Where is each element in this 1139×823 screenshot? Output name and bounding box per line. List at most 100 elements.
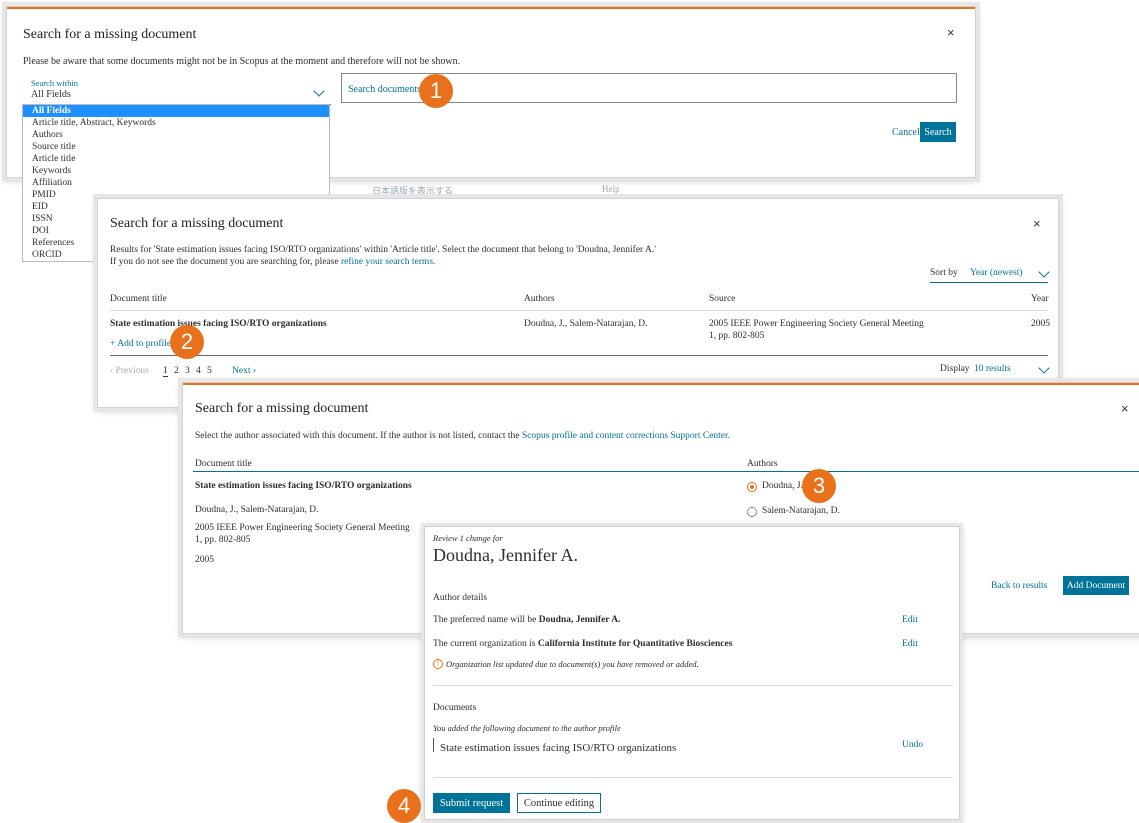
author-details-heading: Author details: [433, 593, 488, 603]
review-author-name: Doudna, Jennifer A.: [433, 545, 578, 565]
column-header-authors: Authors: [747, 459, 778, 469]
organization-text: The current organization is California I…: [433, 639, 732, 649]
preferred-name-value: Doudna, Jennifer A.: [538, 615, 621, 625]
preferred-prefix: The preferred name will be: [433, 615, 537, 625]
edit-name-link[interactable]: Edit: [902, 615, 918, 625]
doc-title: State estimation issues facing ISO/RTO o…: [195, 481, 412, 491]
add-document-button[interactable]: Add Document: [1063, 576, 1129, 595]
help-link[interactable]: Help: [602, 184, 620, 194]
results-description: Results for 'State estimation issues fac…: [110, 245, 656, 255]
step-badge-4: 4: [387, 789, 421, 823]
sort-select[interactable]: Sort by Year (newest): [930, 266, 1050, 283]
accent-line: [183, 383, 1139, 385]
info-icon: !: [433, 659, 443, 669]
next-page-button[interactable]: Next ›: [232, 366, 256, 376]
support-center-link[interactable]: Scopus profile and content corrections S…: [522, 431, 730, 441]
author-option-label: Salem-Natarajan, D.: [762, 506, 840, 516]
continue-editing-button[interactable]: Continue editing: [517, 793, 601, 813]
previous-page-button[interactable]: ‹ Previous: [110, 366, 149, 376]
not-found-text: If you do not see the document you are s…: [110, 257, 435, 267]
section-divider: [433, 777, 953, 778]
section-divider: [433, 685, 953, 686]
dropdown-option-source-title[interactable]: Source title: [23, 141, 329, 153]
search-within-value: All Fields: [31, 89, 71, 100]
step-badge-1: 1: [419, 74, 453, 108]
doc-source-pages: 1, pp. 802-805: [195, 535, 251, 545]
result-title[interactable]: State estimation issues facing ISO/RTO o…: [110, 319, 327, 329]
radio-unselected-icon: [747, 507, 757, 517]
step-badge-3: 3: [802, 469, 836, 503]
accent-line: [7, 7, 975, 9]
search-button[interactable]: Search: [920, 122, 956, 142]
page-3-button[interactable]: 3: [185, 366, 190, 376]
close-icon[interactable]: ×: [1033, 216, 1041, 231]
display-select[interactable]: Display 10 results: [940, 362, 1050, 379]
documents-heading: Documents: [433, 703, 477, 713]
author-option-salem[interactable]: Salem-Natarajan, D.: [747, 506, 887, 520]
close-icon[interactable]: ×: [1121, 401, 1129, 416]
notice-text: Please be aware that some documents migh…: [23, 56, 461, 67]
page-1-button[interactable]: 1: [163, 366, 168, 377]
add-to-profile-link[interactable]: + Add to profile: [110, 339, 171, 349]
chevron-down-icon: [1038, 362, 1050, 374]
doc-source-name: 2005 IEEE Power Engineering Society Gene…: [195, 523, 410, 533]
organization-notice: ! Organization list updated due to docum…: [433, 659, 913, 671]
added-document-item: State estimation issues facing ISO/RTO o…: [433, 738, 677, 754]
search-within-label: Search within: [31, 78, 78, 88]
doc-year: 2005: [195, 555, 214, 565]
preferred-name-text: The preferred name will be Doudna, Jenni…: [433, 615, 620, 625]
undo-link[interactable]: Undo: [902, 740, 923, 750]
step-badge-2: 2: [170, 325, 204, 359]
display-value: 10 results: [974, 364, 1011, 374]
refine-search-link[interactable]: refine your search terms.: [341, 257, 435, 267]
close-icon[interactable]: ×: [947, 25, 955, 40]
result-year: 2005: [1031, 319, 1050, 329]
result-source-pages: 1, pp. 802-805: [709, 331, 765, 341]
dropdown-option-affiliation[interactable]: Affiliation: [23, 177, 329, 189]
header-divider: [193, 471, 1139, 472]
results-divider: [110, 355, 1048, 356]
search-within-select[interactable]: Search within All Fields: [23, 78, 331, 105]
dropdown-option-authors[interactable]: Authors: [23, 129, 329, 141]
dialog-title: Search for a missing document: [23, 27, 197, 42]
display-label: Display: [940, 364, 970, 374]
result-authors: Doudna, J., Salem-Natarajan, D.: [524, 319, 648, 329]
search-documents-placeholder: Search documents *: [348, 84, 429, 95]
added-document-text: You added the following document to the …: [433, 723, 621, 733]
sort-value: Year (newest): [970, 268, 1023, 278]
radio-selected-icon: [747, 482, 757, 492]
result-source-name: 2005 IEEE Power Engineering Society Gene…: [709, 319, 924, 329]
organization-prefix: The current organization is: [433, 639, 536, 649]
dialog-title: Search for a missing document: [110, 216, 284, 231]
organization-value: California Institute for Quantitative Bi…: [537, 639, 733, 649]
dropdown-option-keywords[interactable]: Keywords: [23, 165, 329, 177]
dialog-title: Search for a missing document: [195, 401, 369, 416]
dropdown-option-all-fields[interactable]: All Fields: [23, 105, 329, 117]
added-document-title: State estimation issues facing ISO/RTO o…: [440, 742, 677, 754]
sort-label: Sort by: [930, 268, 958, 278]
review-subtitle: Review 1 change for: [433, 533, 503, 543]
cancel-button[interactable]: Cancel: [892, 127, 920, 138]
dropdown-option-article-title[interactable]: Article title: [23, 153, 329, 165]
doc-authors: Doudna, J., Salem-Natarajan, D.: [195, 505, 319, 515]
page-2-button[interactable]: 2: [174, 366, 179, 376]
column-header-source: Source: [709, 294, 736, 304]
review-changes-panel: Review 1 change for Doudna, Jennifer A. …: [424, 526, 960, 820]
instruction-prefix: Select the author associated with this d…: [195, 431, 520, 441]
page-4-button[interactable]: 4: [196, 366, 201, 376]
search-results-dialog: Search for a missing document × Results …: [97, 198, 1059, 408]
organization-notice-text: Organization list updated due to documen…: [446, 659, 699, 669]
dropdown-option-title-abs-key[interactable]: Article title, Abstract, Keywords: [23, 117, 329, 129]
column-header-authors: Authors: [524, 294, 555, 304]
header-divider: [110, 310, 1048, 311]
edit-organization-link[interactable]: Edit: [902, 639, 918, 649]
instruction-text: Select the author associated with this d…: [195, 431, 730, 441]
not-found-prefix: If you do not see the document you are s…: [110, 257, 339, 267]
back-to-results-link[interactable]: Back to results: [991, 581, 1047, 591]
submit-request-button[interactable]: Submit request: [433, 793, 510, 813]
chevron-down-icon: [1038, 266, 1050, 278]
column-header-year: Year: [1031, 294, 1049, 304]
author-option-label: Doudna, J.: [762, 481, 803, 491]
japanese-version-link[interactable]: 日本語版を表示する: [372, 184, 453, 197]
page-5-button[interactable]: 5: [207, 366, 212, 376]
